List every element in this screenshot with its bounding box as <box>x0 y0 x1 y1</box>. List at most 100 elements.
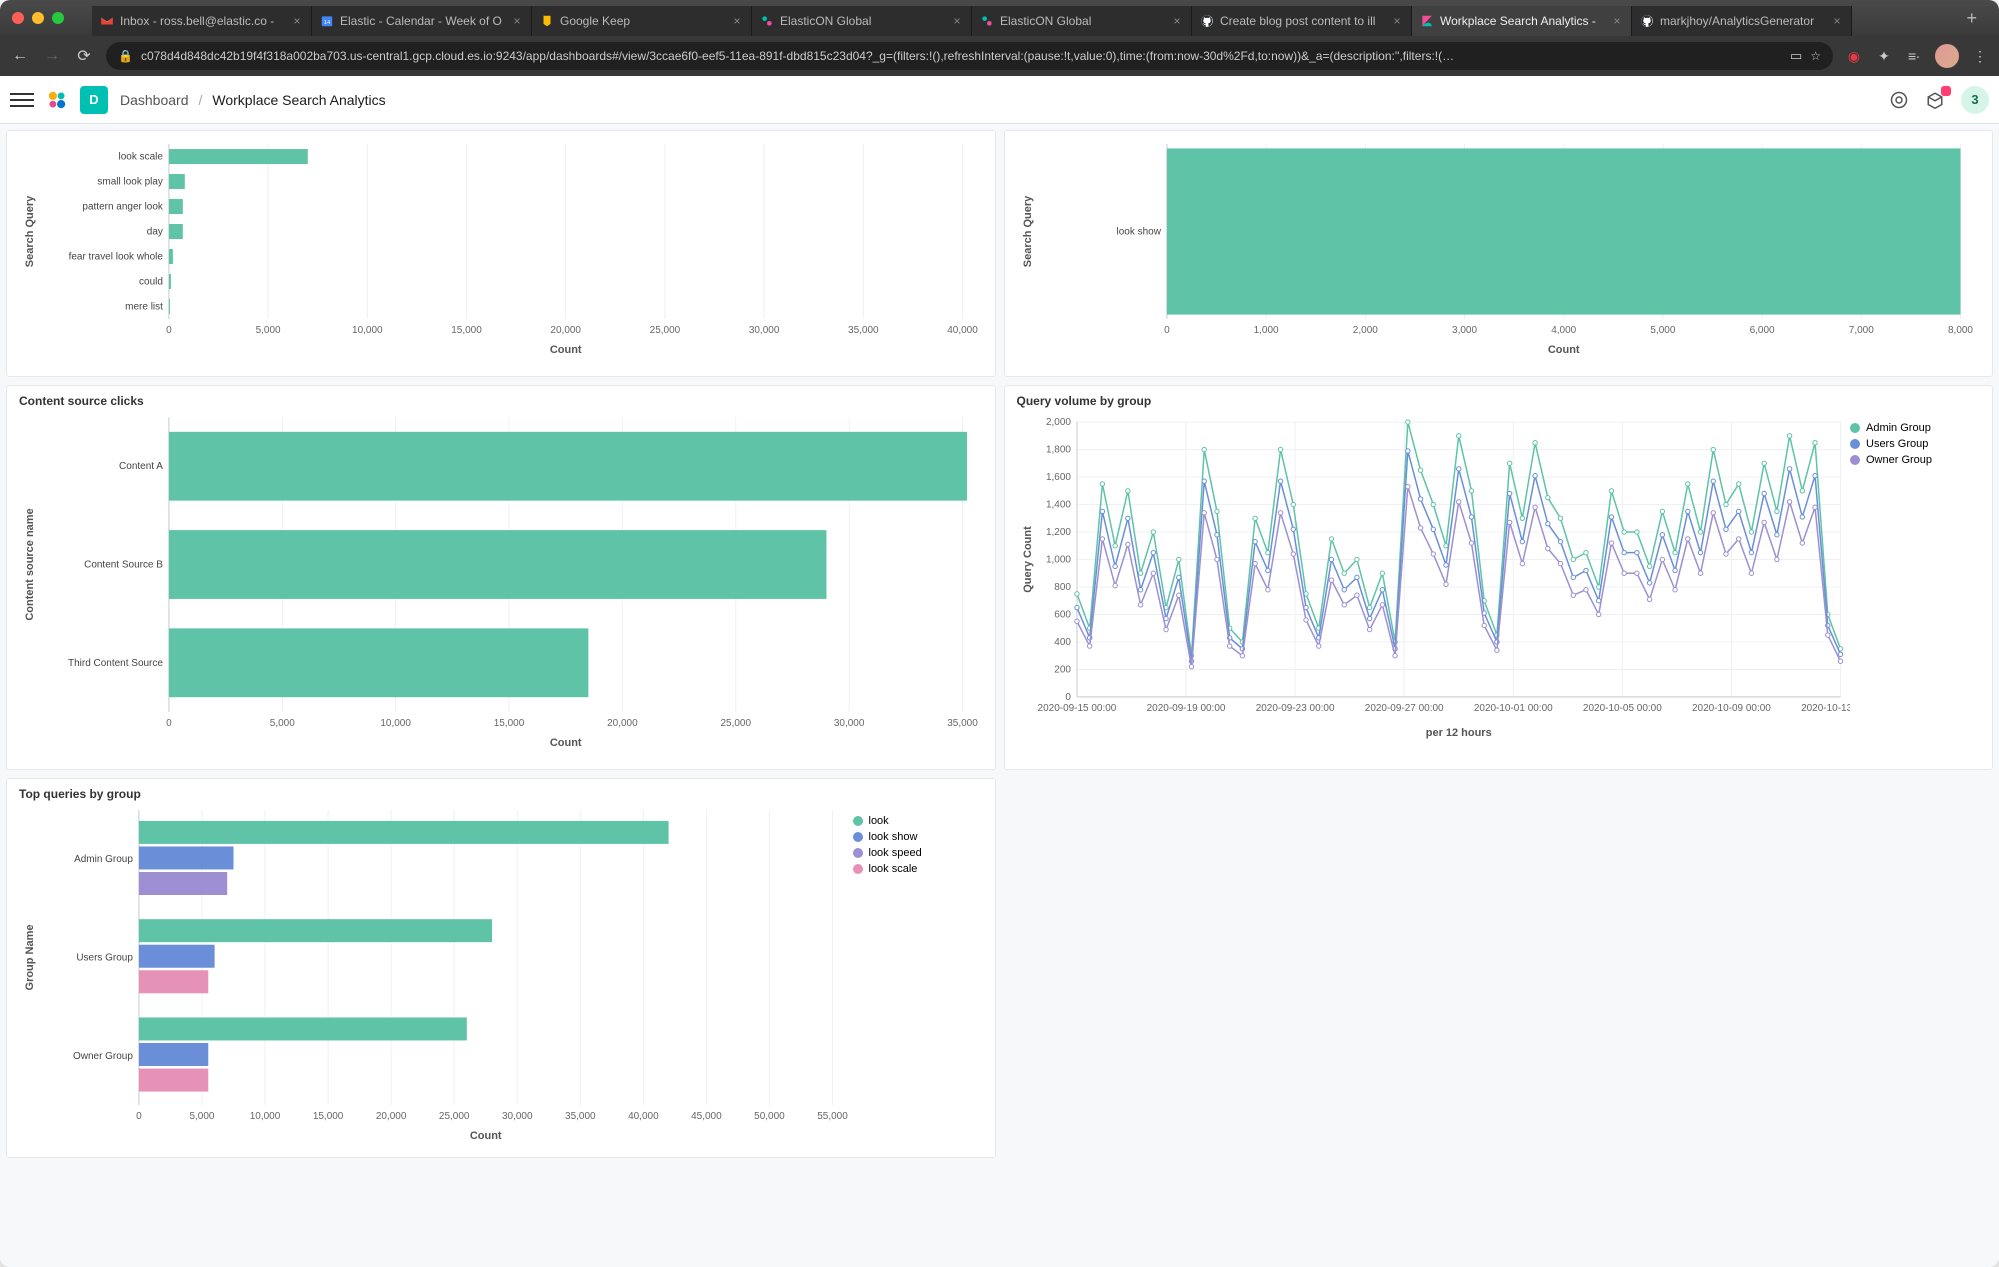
legend-item[interactable]: Users Group <box>1850 438 1980 450</box>
window-minimize[interactable] <box>32 12 44 24</box>
panel-top-queries-by-group[interactable]: Top queries by group 05,00010,00015,0002… <box>6 778 996 1158</box>
svg-text:35,000: 35,000 <box>848 325 879 336</box>
svg-text:30,000: 30,000 <box>502 1111 533 1122</box>
window-close[interactable] <box>12 12 24 24</box>
svg-text:2020-10-13 00:00: 2020-10-13 00:00 <box>1801 703 1850 714</box>
svg-text:per 12 hours: per 12 hours <box>1425 727 1491 739</box>
svg-text:2020-10-09 00:00: 2020-10-09 00:00 <box>1692 703 1771 714</box>
legend-item[interactable]: look <box>853 815 983 827</box>
extension-menu-icon[interactable]: ≡∙ <box>1905 47 1923 65</box>
svg-text:2020-09-27 00:00: 2020-09-27 00:00 <box>1364 703 1443 714</box>
app-header: D Dashboard / Workplace Search Analytics… <box>0 76 1999 124</box>
svg-text:2020-09-19 00:00: 2020-09-19 00:00 <box>1146 703 1225 714</box>
url-bar[interactable]: 🔒 c078d4d848dc42b19f4f318a002ba703.us-ce… <box>106 42 1833 70</box>
help-icon[interactable] <box>1889 90 1909 110</box>
legend-label: look <box>869 815 889 827</box>
legend-dot <box>853 832 863 842</box>
legend-dot <box>1850 455 1860 465</box>
svg-text:fear travel look whole: fear travel look whole <box>69 251 164 262</box>
svg-text:2020-09-15 00:00: 2020-09-15 00:00 <box>1037 703 1116 714</box>
panel-query-volume-by-group[interactable]: Query volume by group 02004006008001,000… <box>1004 385 1994 770</box>
svg-text:2,000: 2,000 <box>1352 325 1377 336</box>
browser-menu-icon[interactable]: ⋮ <box>1971 47 1989 65</box>
svg-text:20,000: 20,000 <box>607 718 638 729</box>
legend-dot <box>1850 439 1860 449</box>
browser-tab[interactable]: ElasticON Global × <box>972 6 1192 36</box>
breadcrumb-root[interactable]: Dashboard <box>120 92 189 108</box>
legend-item[interactable]: Owner Group <box>1850 454 1980 466</box>
legend-label: look speed <box>869 847 922 859</box>
legend-item[interactable]: look speed <box>853 847 983 859</box>
svg-text:40,000: 40,000 <box>628 1111 659 1122</box>
newsfeed-badge <box>1941 86 1951 96</box>
svg-text:25,000: 25,000 <box>720 718 751 729</box>
panel-search-query-left[interactable]: 05,00010,00015,00020,00025,00030,00035,0… <box>6 130 996 377</box>
bookmark-star-icon[interactable]: ☆ <box>1810 49 1821 63</box>
browser-tab[interactable]: Create blog post content to ill× <box>1192 6 1412 36</box>
svg-text:mere list: mere list <box>125 301 163 312</box>
svg-text:Count: Count <box>470 1130 502 1142</box>
newsfeed-icon[interactable] <box>1925 90 1945 110</box>
tab-close-icon[interactable]: × <box>291 15 303 27</box>
svg-text:2020-09-23 00:00: 2020-09-23 00:00 <box>1255 703 1334 714</box>
legend-item[interactable]: look show <box>853 831 983 843</box>
svg-text:5,000: 5,000 <box>189 1111 214 1122</box>
browser-tab[interactable]: ElasticON Global× <box>752 6 972 36</box>
tab-title: ElasticON Global <box>1000 14 1165 28</box>
extension-lastpass-icon[interactable]: ◉ <box>1845 47 1863 65</box>
space-selector-button[interactable]: D <box>80 86 108 114</box>
svg-text:pattern anger look: pattern anger look <box>82 202 163 213</box>
svg-text:600: 600 <box>1054 609 1071 620</box>
svg-text:8,000: 8,000 <box>1948 325 1973 336</box>
tab-favicon <box>100 14 114 28</box>
nav-menu-button[interactable] <box>10 88 34 112</box>
browser-tab[interactable]: markjhoy/AnalyticsGenerator× <box>1632 6 1852 36</box>
tab-close-icon[interactable]: × <box>511 15 523 27</box>
profile-avatar[interactable] <box>1935 44 1959 68</box>
svg-text:2020-10-01 00:00: 2020-10-01 00:00 <box>1473 703 1552 714</box>
svg-text:1,000: 1,000 <box>1045 555 1070 566</box>
legend-dot <box>853 848 863 858</box>
browser-tab[interactable]: 14Elastic - Calendar - Week of O× <box>312 6 532 36</box>
legend-item[interactable]: Admin Group <box>1850 422 1980 434</box>
tab-close-icon[interactable]: × <box>1831 15 1843 27</box>
browser-tab[interactable]: Google Keep× <box>532 6 752 36</box>
breadcrumb-current: Workplace Search Analytics <box>212 92 385 108</box>
svg-text:0: 0 <box>166 325 172 336</box>
window-maximize[interactable] <box>52 12 64 24</box>
svg-text:Count: Count <box>550 737 582 749</box>
tab-close-icon[interactable]: × <box>1171 15 1183 27</box>
tab-close-icon[interactable]: × <box>731 15 743 27</box>
legend-dot <box>853 864 863 874</box>
svg-text:0: 0 <box>136 1111 142 1122</box>
back-button[interactable]: ← <box>10 47 30 65</box>
dashboard-body[interactable]: 05,00010,00015,00020,00025,00030,00035,0… <box>0 124 1999 1267</box>
svg-text:0: 0 <box>166 718 172 729</box>
svg-text:200: 200 <box>1054 664 1071 675</box>
elastic-logo-icon[interactable] <box>46 89 68 111</box>
browser-tab[interactable]: Inbox - ross.bell@elastic.co -× <box>92 6 312 36</box>
tab-close-icon[interactable]: × <box>1391 15 1403 27</box>
svg-text:30,000: 30,000 <box>834 718 865 729</box>
panel-content-source-clicks[interactable]: Content source clicks 05,00010,00015,000… <box>6 385 996 770</box>
reload-button[interactable]: ⟳ <box>74 46 94 66</box>
reader-icon[interactable]: ▭ <box>1790 48 1802 64</box>
new-tab-button[interactable]: + <box>1956 8 1987 29</box>
tab-strip: Inbox - ross.bell@elastic.co -×14Elastic… <box>92 0 1948 36</box>
tab-title: Workplace Search Analytics - <box>1440 14 1605 28</box>
svg-text:Query Count: Query Count <box>1021 526 1033 593</box>
extensions-icon[interactable]: ✦ <box>1875 47 1893 65</box>
browser-tab[interactable]: Workplace Search Analytics - × <box>1412 6 1632 36</box>
svg-text:Search Query: Search Query <box>1021 195 1033 267</box>
tab-close-icon[interactable]: × <box>1611 15 1623 27</box>
svg-text:0: 0 <box>1065 692 1071 703</box>
svg-text:15,000: 15,000 <box>451 325 482 336</box>
svg-text:14: 14 <box>324 20 331 26</box>
forward-button[interactable]: → <box>42 47 62 65</box>
panel-search-query-right[interactable]: 01,0002,0003,0004,0005,0006,0007,0008,00… <box>1004 130 1994 377</box>
svg-text:day: day <box>147 227 163 238</box>
user-menu-button[interactable]: 3 <box>1961 86 1989 114</box>
tab-close-icon[interactable]: × <box>951 15 963 27</box>
legend-dot <box>1850 423 1860 433</box>
legend-item[interactable]: look scale <box>853 863 983 875</box>
